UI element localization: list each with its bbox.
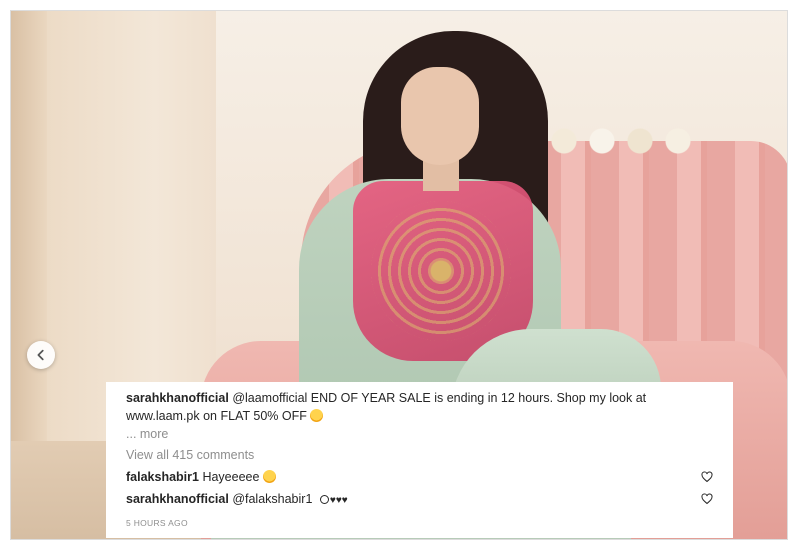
- more-link[interactable]: ... more: [126, 426, 733, 443]
- caption-mention[interactable]: @laamofficial: [232, 391, 307, 405]
- comment-mention[interactable]: @falakshabir1: [232, 492, 312, 506]
- photo-dress-embroidery: [371, 201, 511, 341]
- hearts-emoji: ♥♥♥: [329, 495, 348, 506]
- photo-face: [401, 67, 479, 165]
- caption-text: END OF YEAR SALE is ending in 12 hours. …: [310, 391, 647, 405]
- caption-panel: sarahkhanofficial @laamofficial END OF Y…: [106, 382, 733, 538]
- heart-outline-icon[interactable]: [701, 493, 713, 505]
- chevron-left-icon: [37, 349, 44, 361]
- heart-outline-icon[interactable]: [701, 471, 713, 483]
- star-eyes-emoji: [310, 409, 324, 422]
- caption-username[interactable]: sarahkhanofficial: [126, 391, 229, 405]
- comment-username[interactable]: falakshabir1: [126, 470, 199, 484]
- view-all-comments-link[interactable]: View all 415 comments: [126, 447, 733, 464]
- smiling-face-emoji: [319, 495, 329, 504]
- post-timestamp[interactable]: 5 HOURS AGO: [126, 518, 733, 528]
- comment-text: Hayeeeee: [202, 470, 260, 484]
- comment-username[interactable]: sarahkhanofficial: [126, 492, 229, 506]
- post-frame: sarahkhanofficial @laamofficial END OF Y…: [10, 10, 788, 540]
- comment-row: falakshabir1 Hayeeeee: [126, 468, 713, 486]
- post-caption: sarahkhanofficial @laamofficial END OF Y…: [126, 389, 686, 425]
- carousel-prev-button[interactable]: [27, 341, 55, 369]
- caption-text-line2: www.laam.pk on FLAT 50% OFF: [126, 409, 307, 423]
- comment-row: sarahkhanofficial @falakshabir1 ♥♥♥: [126, 490, 713, 510]
- smiling-face-emoji: [262, 470, 276, 483]
